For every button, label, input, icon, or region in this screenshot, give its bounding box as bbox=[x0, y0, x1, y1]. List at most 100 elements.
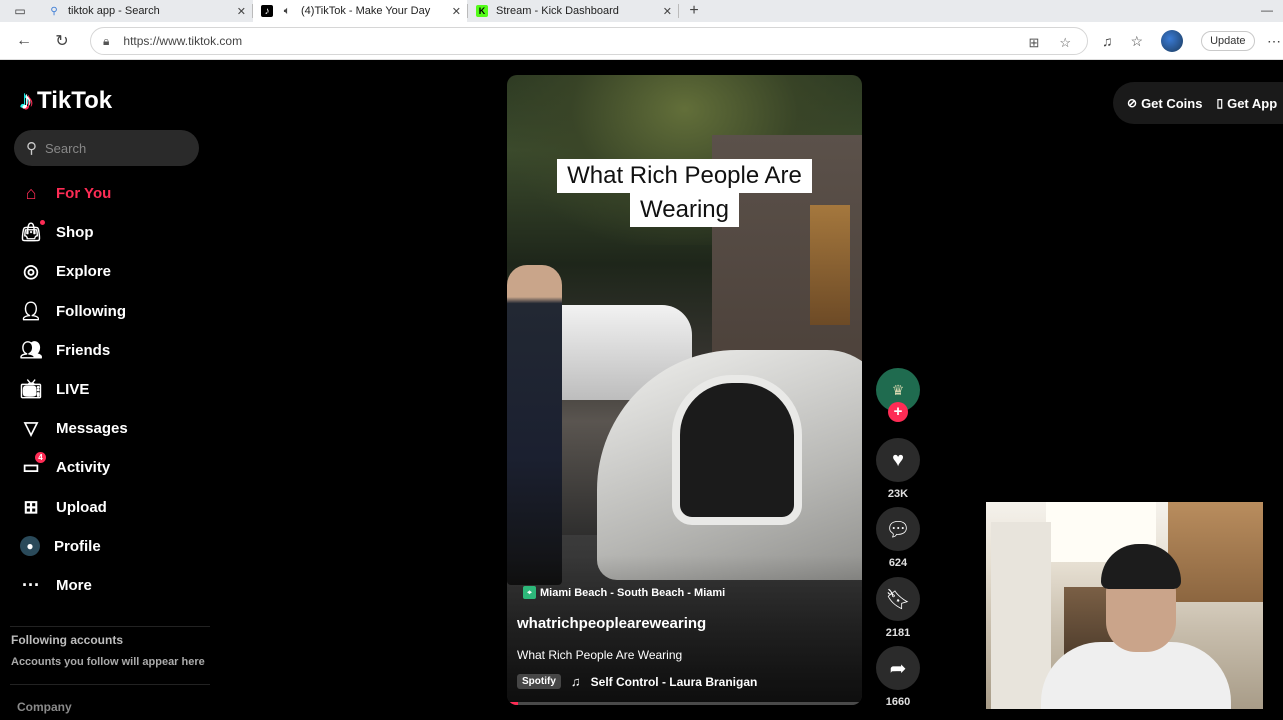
app-available-icon[interactable]: ⊞ bbox=[1028, 35, 1039, 51]
like-action: ♥ 23K bbox=[876, 438, 920, 500]
browser-tab-tiktok[interactable]: ♪ 🔈︎ (4)TikTok - Make Your Day ✕ bbox=[253, 0, 467, 22]
sidebar-item-label: Shop bbox=[56, 224, 94, 242]
sidebar-item-upload[interactable]: ⊞ Upload bbox=[20, 488, 210, 527]
share-arrow-icon[interactable]: ➦ bbox=[876, 646, 920, 690]
comment-count: 624 bbox=[888, 557, 908, 569]
video-scene-person bbox=[507, 265, 562, 585]
shopping-bag-icon: 👜︎ bbox=[19, 222, 43, 243]
sidebar-item-following[interactable]: 👤︎ Following bbox=[20, 292, 210, 331]
sidebar-item-label: Activity bbox=[56, 459, 111, 477]
sidebar-item-live[interactable]: 📺︎ LIVE bbox=[20, 370, 210, 409]
browser-profile-avatar[interactable] bbox=[1161, 30, 1184, 52]
sidebar-item-activity[interactable]: ▭ 4 Activity bbox=[20, 448, 210, 487]
caption-line-1: What Rich People Are bbox=[557, 159, 812, 193]
sidebar-divider bbox=[10, 626, 210, 627]
sidebar-item-profile[interactable]: ● Profile bbox=[20, 527, 210, 566]
sidebar-item-more[interactable]: ··· More bbox=[20, 566, 210, 605]
home-icon: ⌂ bbox=[25, 183, 37, 204]
live-tv-icon: 📺︎ bbox=[19, 379, 43, 400]
address-bar[interactable]: 🔒︎ https://www.tiktok.com ⊞ ☆ bbox=[90, 27, 1088, 55]
music-title[interactable]: Self Control - Laura Branigan bbox=[591, 675, 758, 689]
browser-tab-search[interactable]: ⚲ tiktok app - Search ✕ bbox=[40, 0, 252, 22]
tab-title: (4)TikTok - Make Your Day bbox=[301, 5, 431, 17]
location-text: Miami Beach - South Beach - Miami bbox=[540, 586, 726, 599]
sidebar-item-explore[interactable]: ◎ Explore bbox=[20, 252, 210, 291]
search-input[interactable] bbox=[45, 140, 185, 156]
webcam-fridge bbox=[991, 522, 1051, 709]
browser-toolbar: ← ↻ 🔒︎ https://www.tiktok.com ⊞ ☆ bbox=[0, 22, 1283, 60]
location-tag[interactable]: ⌖ Miami Beach - South Beach - Miami bbox=[523, 586, 725, 599]
update-button[interactable]: Update bbox=[1201, 31, 1255, 51]
compass-icon: ◎ bbox=[23, 261, 39, 282]
more-dots-icon: ··· bbox=[22, 574, 40, 595]
spotify-badge[interactable]: Spotify bbox=[517, 674, 561, 689]
kick-icon: K bbox=[476, 5, 488, 17]
music-info[interactable]: Spotify ♫ Self Control - Laura Branigan bbox=[517, 674, 757, 689]
read-aloud-icon[interactable]: ♫ bbox=[1102, 33, 1113, 49]
favorite-star-icon[interactable]: ☆ bbox=[1059, 35, 1071, 51]
minimize-icon[interactable]: — bbox=[1261, 3, 1273, 17]
profile-avatar-icon: ● bbox=[20, 536, 40, 557]
following-accounts-hint: Accounts you follow will appear here bbox=[11, 656, 205, 668]
tab-actions-icon[interactable]: ▭ bbox=[0, 0, 40, 22]
sidebar-item-shop[interactable]: 👜︎ Shop bbox=[20, 213, 210, 252]
lock-icon[interactable]: 🔒︎ bbox=[103, 34, 109, 49]
video-progress-bar[interactable] bbox=[507, 702, 862, 705]
follow-plus-icon[interactable]: + bbox=[888, 402, 908, 422]
search-icon: ⚲ bbox=[50, 5, 58, 17]
following-accounts-title: Following accounts bbox=[11, 633, 124, 647]
browser-tab-kick[interactable]: K Stream - Kick Dashboard ✕ bbox=[468, 0, 678, 22]
webcam-person-body bbox=[1041, 642, 1231, 709]
get-app-label: Get App bbox=[1227, 95, 1278, 111]
sidebar-divider bbox=[10, 684, 210, 685]
sidebar-item-label: For You bbox=[56, 185, 112, 203]
search-box[interactable]: ⚲ bbox=[14, 130, 199, 166]
tiktok-icon: ♪ bbox=[261, 5, 273, 17]
tab-title: Stream - Kick Dashboard bbox=[496, 5, 619, 17]
friends-icon: 👥︎ bbox=[19, 339, 43, 360]
back-arrow-icon[interactable]: ← bbox=[5, 22, 43, 60]
sidebar-item-for-you[interactable]: ⌂ For You bbox=[20, 174, 210, 213]
activity-badge: 4 bbox=[35, 452, 46, 464]
search-icon: ⚲ bbox=[26, 140, 37, 157]
browser-menu-icon[interactable]: ⋯ bbox=[1267, 33, 1281, 50]
send-icon: ▽ bbox=[24, 418, 38, 439]
bookmark-icon[interactable]: 🔖︎ bbox=[876, 577, 920, 621]
close-tab-icon[interactable]: ✕ bbox=[663, 5, 672, 18]
tiktok-note-icon: ♪ bbox=[20, 85, 33, 115]
refresh-icon[interactable]: ↻ bbox=[43, 22, 81, 60]
sidebar-item-friends[interactable]: 👥︎ Friends bbox=[20, 331, 210, 370]
favorites-icon[interactable]: ☆ bbox=[1131, 33, 1144, 50]
url-text[interactable]: https://www.tiktok.com bbox=[123, 34, 242, 48]
get-coins-label: Get Coins bbox=[1141, 95, 1203, 111]
close-tab-icon[interactable]: ✕ bbox=[452, 5, 461, 18]
tiktok-logo[interactable]: ♪ TikTok bbox=[20, 85, 112, 116]
sidebar-item-label: Messages bbox=[56, 420, 128, 438]
webcam-overlay bbox=[986, 502, 1263, 709]
speaker-icon[interactable]: 🔈︎ bbox=[281, 5, 293, 17]
browser-tab-bar: ▭ ⚲ tiktok app - Search ✕ ♪ 🔈︎ (4)TikTok… bbox=[0, 0, 1283, 22]
top-right-actions: ⊘ Get Coins ▯ Get App bbox=[1113, 82, 1283, 124]
video-player[interactable]: What Rich People Are Wearing ⌖ Miami Bea… bbox=[507, 75, 862, 705]
save-count: 2181 bbox=[885, 627, 911, 639]
upload-icon: ⊞ bbox=[23, 496, 39, 517]
caption-line-2: Wearing bbox=[630, 193, 739, 227]
company-link[interactable]: Company bbox=[17, 700, 72, 714]
share-action: ➦ 1660 bbox=[876, 646, 920, 708]
new-tab-button[interactable]: + bbox=[679, 2, 709, 20]
coin-icon: ⊘ bbox=[1127, 96, 1138, 110]
video-author[interactable]: whatrichpeoplearewearing bbox=[517, 615, 706, 632]
tab-title: tiktok app - Search bbox=[68, 5, 160, 17]
notification-dot bbox=[40, 220, 45, 226]
get-coins-button[interactable]: ⊘ Get Coins bbox=[1127, 96, 1202, 111]
heart-icon[interactable]: ♥ bbox=[876, 438, 920, 482]
close-tab-icon[interactable]: ✕ bbox=[237, 5, 246, 18]
webcam-cabinet bbox=[1168, 502, 1263, 602]
music-note-icon: ♫ bbox=[570, 674, 581, 689]
comment-action: 💬︎ 624 bbox=[876, 507, 920, 569]
sidebar-item-messages[interactable]: ▽ Messages bbox=[20, 409, 210, 448]
comment-icon[interactable]: 💬︎ bbox=[876, 507, 920, 551]
get-app-button[interactable]: ▯ Get App bbox=[1216, 96, 1277, 111]
location-pin-icon: ⌖ bbox=[523, 586, 536, 599]
share-count: 1660 bbox=[885, 696, 911, 708]
